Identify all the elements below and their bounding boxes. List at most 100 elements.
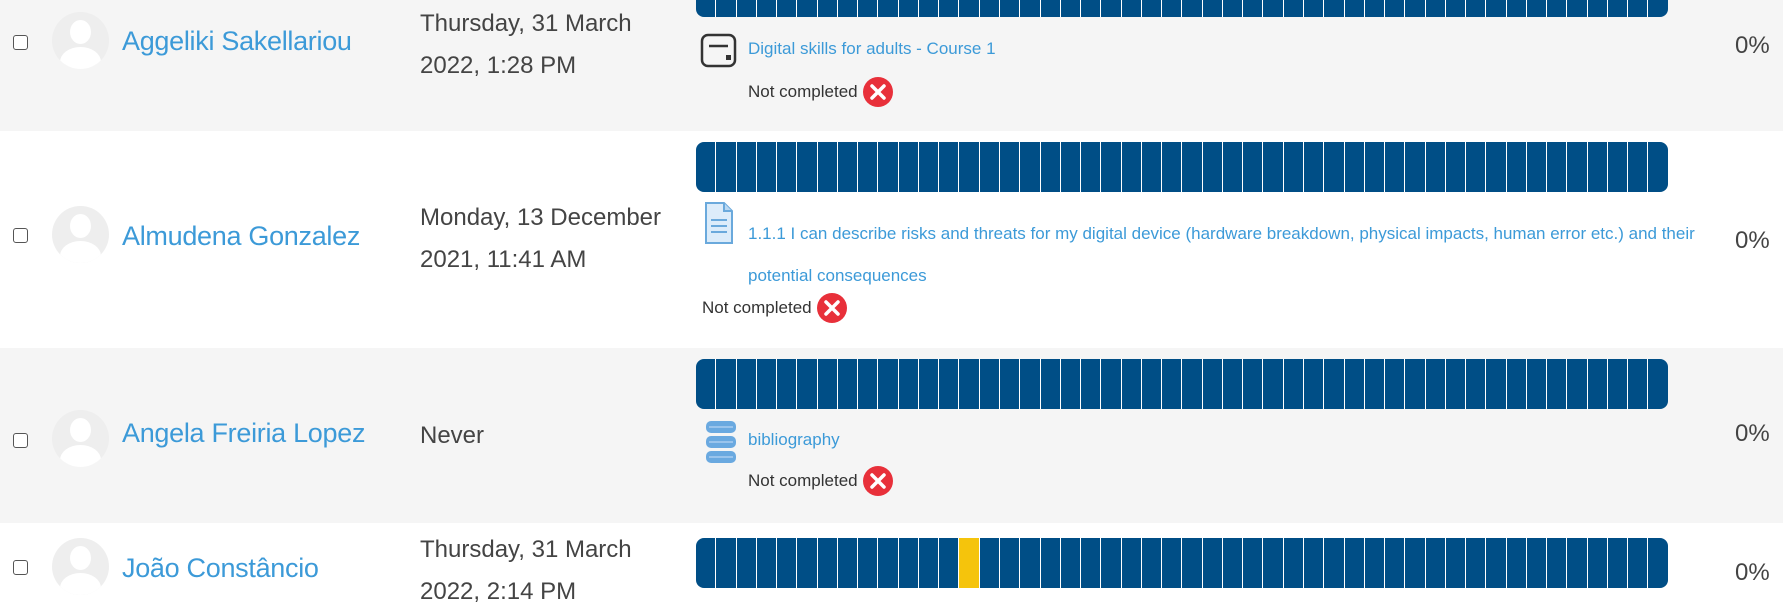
progress-segment[interactable] xyxy=(757,142,778,192)
progress-segment[interactable] xyxy=(878,359,899,409)
progress-segment[interactable] xyxy=(1142,0,1163,17)
progress-segment[interactable] xyxy=(1547,0,1568,17)
progress-segment[interactable] xyxy=(1324,142,1345,192)
progress-segment[interactable] xyxy=(878,142,899,192)
progress-segment[interactable] xyxy=(838,142,859,192)
progress-segment[interactable] xyxy=(1466,0,1487,17)
progress-segment[interactable] xyxy=(959,538,980,588)
progress-segment[interactable] xyxy=(1061,538,1082,588)
progress-segment[interactable] xyxy=(1486,538,1507,588)
progress-segment[interactable] xyxy=(1385,538,1406,588)
progress-segment[interactable] xyxy=(1304,359,1325,409)
progress-segment[interactable] xyxy=(1020,142,1041,192)
progress-segment[interactable] xyxy=(1588,0,1608,17)
progress-bar[interactable] xyxy=(696,538,1668,588)
progress-segment[interactable] xyxy=(1000,142,1021,192)
progress-segment[interactable] xyxy=(1304,142,1325,192)
progress-segment[interactable] xyxy=(1507,0,1527,17)
progress-segment[interactable] xyxy=(737,142,757,192)
progress-segment[interactable] xyxy=(1527,0,1548,17)
progress-segment[interactable] xyxy=(757,359,778,409)
progress-segment[interactable] xyxy=(1243,359,1264,409)
progress-segment[interactable] xyxy=(858,538,879,588)
progress-segment[interactable] xyxy=(1182,0,1203,17)
progress-segment[interactable] xyxy=(878,0,899,17)
progress-segment[interactable] xyxy=(838,359,859,409)
progress-segment[interactable] xyxy=(1243,142,1264,192)
progress-segment[interactable] xyxy=(1628,538,1649,588)
progress-segment[interactable] xyxy=(1162,0,1183,17)
progress-bar[interactable] xyxy=(696,142,1668,192)
progress-segment[interactable] xyxy=(1223,0,1244,17)
progress-segment[interactable] xyxy=(1162,538,1183,588)
progress-segment[interactable] xyxy=(858,0,879,17)
progress-segment[interactable] xyxy=(1648,359,1667,409)
progress-segment[interactable] xyxy=(1061,359,1082,409)
row-select-checkbox[interactable] xyxy=(13,35,28,50)
progress-segment[interactable] xyxy=(777,359,798,409)
progress-segment[interactable] xyxy=(1041,359,1061,409)
progress-segment[interactable] xyxy=(1061,0,1082,17)
progress-segment[interactable] xyxy=(1446,0,1467,17)
progress-segment[interactable] xyxy=(1608,142,1629,192)
progress-segment[interactable] xyxy=(777,142,798,192)
progress-segment[interactable] xyxy=(1345,538,1365,588)
progress-segment[interactable] xyxy=(1203,538,1223,588)
progress-segment[interactable] xyxy=(737,538,757,588)
progress-segment[interactable] xyxy=(1365,142,1386,192)
progress-segment[interactable] xyxy=(1588,359,1608,409)
progress-segment[interactable] xyxy=(1608,359,1629,409)
progress-segment[interactable] xyxy=(696,142,717,192)
progress-segment[interactable] xyxy=(1385,359,1406,409)
progress-segment[interactable] xyxy=(1588,142,1608,192)
progress-segment[interactable] xyxy=(959,359,980,409)
progress-segment[interactable] xyxy=(980,142,1000,192)
progress-segment[interactable] xyxy=(1426,538,1446,588)
progress-segment[interactable] xyxy=(1263,142,1284,192)
avatar[interactable] xyxy=(52,538,109,595)
progress-segment[interactable] xyxy=(919,142,940,192)
progress-segment[interactable] xyxy=(1203,359,1223,409)
progress-segment[interactable] xyxy=(737,359,757,409)
progress-segment[interactable] xyxy=(1223,142,1244,192)
row-select-checkbox[interactable] xyxy=(13,228,28,243)
progress-segment[interactable] xyxy=(1527,142,1548,192)
progress-segment[interactable] xyxy=(1101,538,1122,588)
progress-segment[interactable] xyxy=(899,538,919,588)
progress-segment[interactable] xyxy=(777,538,798,588)
progress-segment[interactable] xyxy=(1486,142,1507,192)
progress-segment[interactable] xyxy=(1648,538,1667,588)
progress-segment[interactable] xyxy=(1081,359,1102,409)
progress-segment[interactable] xyxy=(919,359,940,409)
progress-segment[interactable] xyxy=(1000,538,1021,588)
progress-segment[interactable] xyxy=(1567,359,1588,409)
progress-segment[interactable] xyxy=(1466,538,1487,588)
progress-segment[interactable] xyxy=(1426,0,1446,17)
progress-segment[interactable] xyxy=(939,142,960,192)
progress-segment[interactable] xyxy=(1223,538,1244,588)
progress-segment[interactable] xyxy=(818,142,838,192)
progress-segment[interactable] xyxy=(1466,142,1487,192)
progress-segment[interactable] xyxy=(1000,0,1021,17)
progress-segment[interactable] xyxy=(1527,538,1548,588)
progress-segment[interactable] xyxy=(1486,0,1507,17)
progress-segment[interactable] xyxy=(797,142,818,192)
progress-segment[interactable] xyxy=(1061,142,1082,192)
progress-segment[interactable] xyxy=(1122,359,1142,409)
progress-segment[interactable] xyxy=(1507,538,1527,588)
progress-segment[interactable] xyxy=(1345,359,1365,409)
progress-segment[interactable] xyxy=(716,538,737,588)
progress-segment[interactable] xyxy=(716,142,737,192)
progress-segment[interactable] xyxy=(1547,538,1568,588)
progress-segment[interactable] xyxy=(1101,0,1122,17)
progress-segment[interactable] xyxy=(1648,0,1667,17)
progress-segment[interactable] xyxy=(1020,538,1041,588)
row-select-checkbox[interactable] xyxy=(13,560,28,575)
progress-segment[interactable] xyxy=(1324,0,1345,17)
progress-segment[interactable] xyxy=(1628,359,1649,409)
user-name-link[interactable]: Aggeliki Sakellariou xyxy=(122,26,352,57)
progress-segment[interactable] xyxy=(1000,359,1021,409)
progress-segment[interactable] xyxy=(1142,142,1163,192)
progress-bar[interactable] xyxy=(696,0,1668,17)
progress-segment[interactable] xyxy=(1345,142,1365,192)
